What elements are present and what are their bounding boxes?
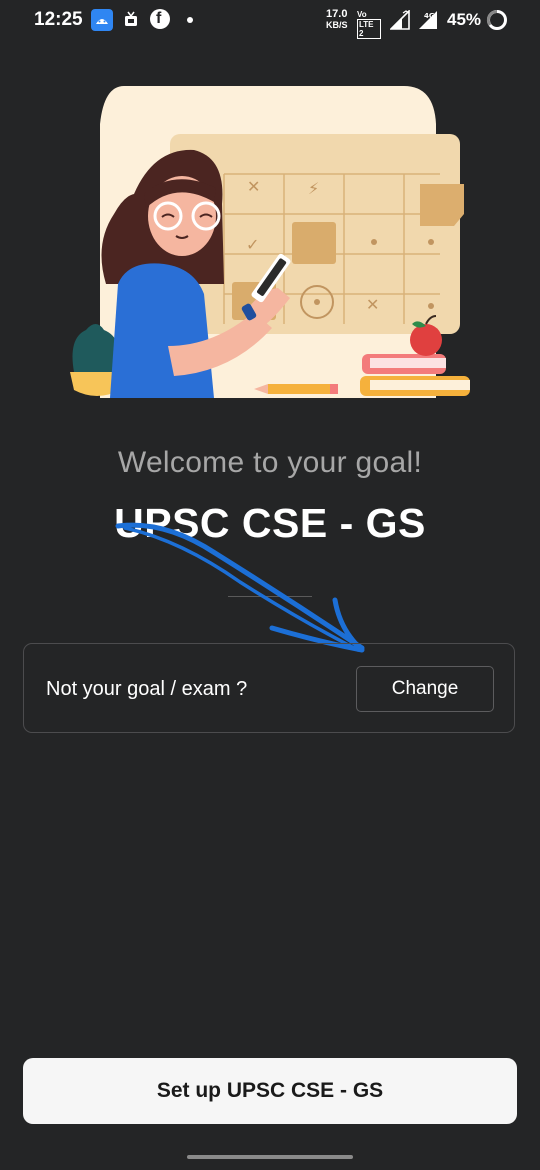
goal-title: UPSC CSE - GS: [114, 500, 426, 546]
not-your-goal-text: Not your goal / exam ?: [46, 678, 248, 700]
battery-saver-ring-icon: [486, 9, 508, 36]
svg-text:✓: ✓: [246, 235, 259, 254]
tv-icon: [124, 10, 138, 33]
signal-4g-icon: 4G: [418, 10, 440, 35]
goal-illustration: ✕ ⚡ ✓ ✕: [64, 84, 476, 404]
home-indicator[interactable]: [187, 1155, 353, 1159]
change-goal-card: Not your goal / exam ? Change: [23, 643, 515, 733]
welcome-text: Welcome to your goal!: [117, 446, 423, 479]
android-app-icon: [91, 9, 113, 31]
status-bar: 12:25 f 17.0 KB/S Vo LTE 2 4G 45%: [0, 0, 540, 40]
signal-icon: [389, 9, 412, 35]
change-goal-button[interactable]: Change: [356, 666, 494, 712]
setup-goal-button[interactable]: Set up UPSC CSE - GS: [23, 1058, 517, 1124]
svg-text:⚡: ⚡: [308, 179, 319, 198]
status-time: 12:25: [34, 9, 83, 30]
network-speed: 17.0 KB/S: [326, 8, 348, 31]
svg-text:✕: ✕: [366, 295, 379, 314]
notification-dot-icon: [187, 17, 193, 23]
facebook-icon: f: [150, 9, 170, 29]
svg-text:4G: 4G: [424, 12, 435, 20]
divider: [228, 596, 312, 597]
volte-indicator: Vo LTE 2: [357, 10, 381, 39]
battery-percent: 45%: [447, 10, 482, 29]
svg-text:✕: ✕: [247, 177, 260, 196]
